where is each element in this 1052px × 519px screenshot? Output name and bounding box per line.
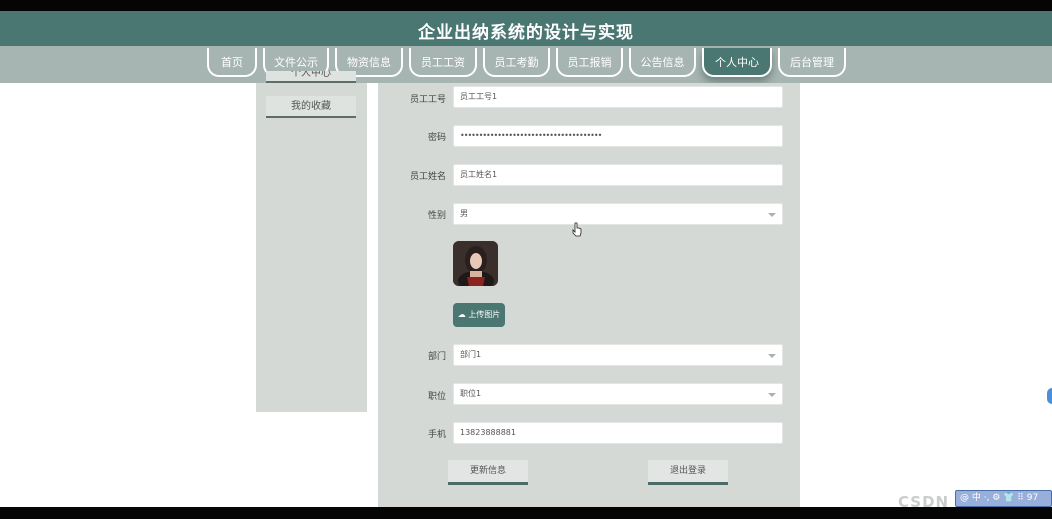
nav-item-attendance[interactable]: 员工考勤 <box>483 48 550 77</box>
department-select[interactable]: 部门1 <box>453 344 783 366</box>
sidebar-item-personal-center[interactable]: 个人中心 <box>266 71 356 83</box>
mouse-cursor-icon <box>572 222 582 237</box>
department-label: 部门 <box>427 352 446 362</box>
ime-toolbar: @ 中 ·, ⚙ 👕 ⠿ 97 <box>955 490 1052 507</box>
password-input[interactable]: •••••••••••••••••••••••••••••••••••••• <box>453 125 783 147</box>
employee-name-input[interactable]: 员工姓名1 <box>453 164 783 186</box>
position-value: 职位1 <box>460 389 482 398</box>
nav-item-home[interactable]: 首页 <box>207 48 257 77</box>
site-title: 企业出纳系统的设计与实现 <box>418 23 634 43</box>
nav-item-personal-center[interactable]: 个人中心 <box>702 48 772 77</box>
department-value: 部门1 <box>460 350 482 359</box>
employee-no-input[interactable]: 员工工号1 <box>453 86 783 108</box>
floating-widget-icon[interactable] <box>1047 388 1052 404</box>
profile-form: 员工工号 员工工号1 密码 ••••••••••••••••••••••••••… <box>378 83 800 507</box>
upload-image-label: 上传图片 <box>468 310 501 319</box>
position-select[interactable]: 职位1 <box>453 383 783 405</box>
avatar-image <box>453 241 498 286</box>
csdn-watermark: CSDN <box>898 493 950 511</box>
nav-item-salary[interactable]: 员工工资 <box>409 48 477 77</box>
sidebar: 个人中心 我的收藏 <box>256 71 367 412</box>
page: 企业出纳系统的设计与实现 首页 文件公示 物资信息 员工工资 员工考勤 员工报销… <box>0 11 1052 507</box>
screen-border-top <box>0 0 1052 11</box>
site-header: 企业出纳系统的设计与实现 <box>0 11 1052 46</box>
screen-border-bottom <box>0 507 1052 519</box>
upload-image-button[interactable]: ☁ 上传图片 <box>453 303 505 327</box>
employee-name-label: 员工姓名 <box>409 172 446 182</box>
gender-value: 男 <box>460 209 468 218</box>
nav-item-notices[interactable]: 公告信息 <box>629 48 696 77</box>
logout-button[interactable]: 退出登录 <box>648 460 728 485</box>
gender-select[interactable]: 男 <box>453 203 783 225</box>
chevron-down-icon <box>768 354 776 358</box>
cloud-upload-icon: ☁ <box>457 310 466 319</box>
employee-no-label: 员工工号 <box>409 95 446 105</box>
gender-label: 性别 <box>427 211 446 221</box>
update-info-button[interactable]: 更新信息 <box>448 460 528 485</box>
position-label: 职位 <box>427 392 446 402</box>
chevron-down-icon <box>768 213 776 217</box>
phone-input[interactable]: 13823888881 <box>453 422 783 444</box>
main-nav: 首页 文件公示 物资信息 员工工资 员工考勤 员工报销 公告信息 个人中心 后台… <box>0 46 1052 83</box>
nav-item-reimbursement[interactable]: 员工报销 <box>556 48 623 77</box>
sidebar-item-favorites[interactable]: 我的收藏 <box>266 96 356 118</box>
password-label: 密码 <box>427 133 446 143</box>
phone-label: 手机 <box>427 430 446 440</box>
chevron-down-icon <box>768 393 776 397</box>
nav-item-admin[interactable]: 后台管理 <box>778 48 846 77</box>
